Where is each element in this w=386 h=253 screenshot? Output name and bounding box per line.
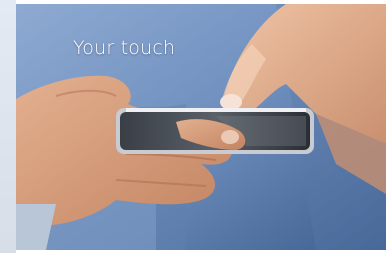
caption-text: Your touch — [73, 37, 176, 59]
photo-frame: Your touch — [0, 0, 386, 253]
photo-illustration — [16, 4, 386, 250]
left-border — [0, 0, 16, 253]
fingernail — [220, 94, 242, 110]
thumbnail — [221, 130, 239, 144]
phone-edge-highlight — [126, 108, 306, 112]
hands-smartphone-photo — [16, 4, 386, 250]
